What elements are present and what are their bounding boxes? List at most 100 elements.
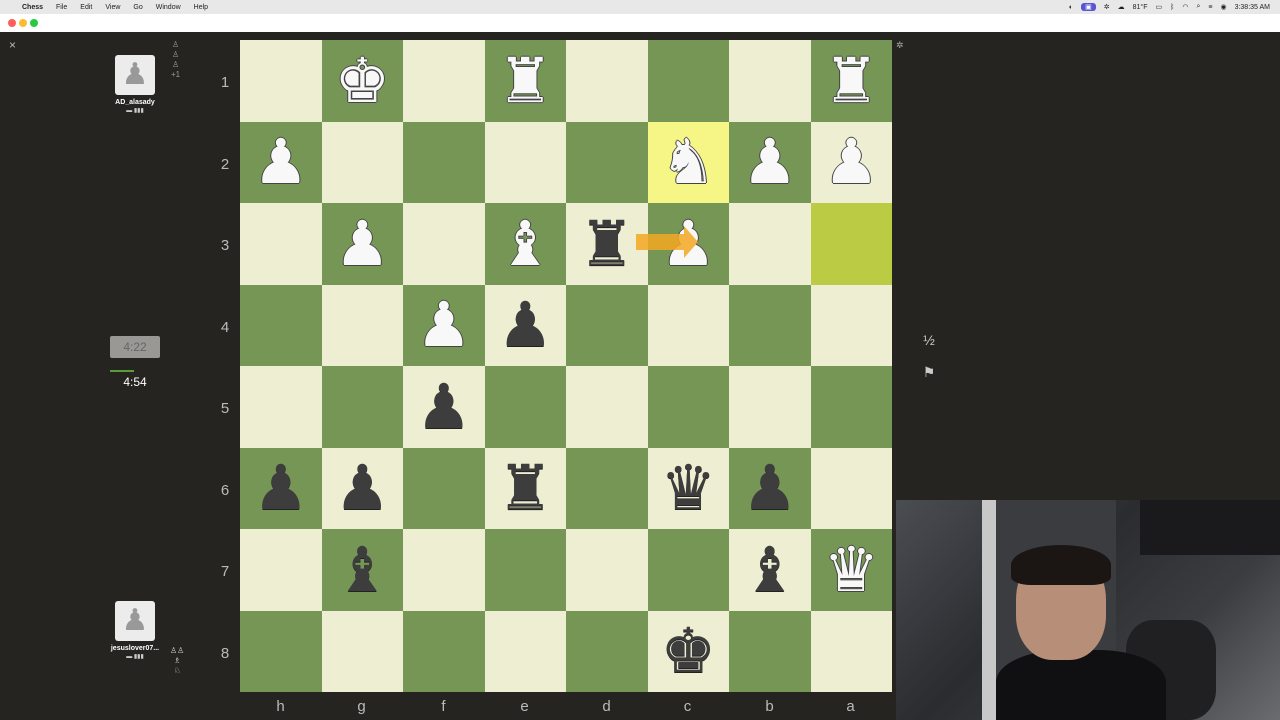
- board-square-d1[interactable]: [566, 40, 648, 122]
- cloud-icon[interactable]: ☁: [1118, 3, 1125, 11]
- board-square-c2[interactable]: ♞: [647, 121, 729, 203]
- board-square-a4[interactable]: [810, 284, 892, 366]
- board-square-g5[interactable]: [321, 366, 403, 448]
- white-bishop-piece[interactable]: ♝: [497, 212, 553, 275]
- white-king-piece[interactable]: ♚: [334, 49, 390, 112]
- white-pawn-piece[interactable]: ♟: [253, 131, 309, 193]
- board-square-c1[interactable]: [647, 40, 729, 122]
- black-pawn-piece[interactable]: ♟: [334, 457, 390, 519]
- screen-record-icon[interactable]: ▣: [1081, 3, 1096, 11]
- board-square-f7[interactable]: [403, 529, 485, 611]
- board-square-g1[interactable]: ♚: [321, 40, 403, 122]
- black-pawn-piece[interactable]: ♟: [416, 375, 472, 438]
- board-square-a2[interactable]: ♟: [810, 121, 892, 203]
- board-square-d5[interactable]: [566, 366, 648, 448]
- menu-file[interactable]: File: [56, 4, 67, 11]
- board-square-e5[interactable]: [484, 366, 566, 448]
- board-square-e4[interactable]: ♟: [484, 284, 566, 366]
- board-square-f5[interactable]: ♟: [403, 366, 485, 448]
- search-icon[interactable]: ⌕: [1196, 3, 1200, 11]
- board-square-d8[interactable]: [566, 610, 648, 692]
- maximize-window-button[interactable]: [30, 19, 38, 27]
- my-name[interactable]: jesuslover07...: [100, 645, 170, 652]
- board-square-d4[interactable]: [566, 284, 648, 366]
- board-square-g6[interactable]: ♟: [321, 447, 403, 529]
- white-rook-piece[interactable]: ♜: [497, 49, 553, 112]
- board-square-a5[interactable]: [810, 366, 892, 448]
- board-square-h5[interactable]: [240, 366, 322, 448]
- wifi-icon[interactable]: ◠: [1182, 3, 1188, 11]
- board-square-g3[interactable]: ♟: [321, 203, 403, 285]
- black-queen-piece[interactable]: ♛: [660, 457, 716, 519]
- battery-icon[interactable]: ▭: [1156, 3, 1163, 11]
- temperature[interactable]: 81°F: [1133, 4, 1148, 11]
- board-square-h3[interactable]: [240, 203, 322, 285]
- board-square-c6[interactable]: ♛: [647, 447, 729, 529]
- close-window-button[interactable]: [8, 19, 16, 27]
- menu-app-chess[interactable]: Chess: [22, 4, 43, 11]
- board-square-b7[interactable]: ♝: [729, 529, 811, 611]
- board-square-a1[interactable]: ♜: [810, 40, 892, 122]
- board-square-a3[interactable]: [810, 203, 892, 285]
- board-square-c7[interactable]: [647, 529, 729, 611]
- board-square-g2[interactable]: [321, 121, 403, 203]
- menu-view[interactable]: View: [105, 4, 120, 11]
- board-square-g8[interactable]: [321, 610, 403, 692]
- board-square-f4[interactable]: ♟: [403, 284, 485, 366]
- board-square-c8[interactable]: ♚: [647, 610, 729, 692]
- minimize-window-button[interactable]: [19, 19, 27, 27]
- board-square-e1[interactable]: ♜: [484, 40, 566, 122]
- board-square-f8[interactable]: [403, 610, 485, 692]
- board-square-e2[interactable]: [484, 121, 566, 203]
- bluetooth-icon[interactable]: ᛒ: [1170, 4, 1174, 11]
- board-square-b5[interactable]: [729, 366, 811, 448]
- board-square-e7[interactable]: [484, 529, 566, 611]
- resign-flag-icon[interactable]: ⚑: [918, 364, 940, 381]
- black-pawn-piece[interactable]: ♟: [742, 457, 798, 519]
- menu-edit[interactable]: Edit: [80, 4, 92, 11]
- board-square-g4[interactable]: [321, 284, 403, 366]
- board-square-a6[interactable]: [810, 447, 892, 529]
- board-square-d6[interactable]: [566, 447, 648, 529]
- white-queen-piece[interactable]: ♛: [823, 538, 879, 601]
- board-square-h2[interactable]: ♟: [240, 121, 322, 203]
- opponent-name[interactable]: AD_alasady: [100, 99, 170, 106]
- board-square-e8[interactable]: [484, 610, 566, 692]
- board-square-b6[interactable]: ♟: [729, 447, 811, 529]
- black-rook-piece[interactable]: ♜: [579, 212, 635, 275]
- board-square-d2[interactable]: [566, 121, 648, 203]
- board-square-a7[interactable]: ♛: [810, 529, 892, 611]
- board-square-c4[interactable]: [647, 284, 729, 366]
- board-square-h6[interactable]: ♟: [240, 447, 322, 529]
- board-square-h1[interactable]: [240, 40, 322, 122]
- board-square-f1[interactable]: [403, 40, 485, 122]
- chess-board[interactable]: ♚♜♜♟♞♟♟♟♝♜♟♟♟♟♟♟♜♛♟♝♝♛♚: [240, 40, 892, 692]
- settings-gear-icon[interactable]: ✲: [896, 40, 904, 51]
- control-center-icon[interactable]: ≡: [1208, 4, 1212, 11]
- white-pawn-piece[interactable]: ♟: [416, 294, 472, 356]
- black-king-piece[interactable]: ♚: [660, 620, 716, 682]
- close-icon[interactable]: ×: [9, 38, 16, 52]
- board-square-e3[interactable]: ♝: [484, 203, 566, 285]
- board-square-h7[interactable]: [240, 529, 322, 611]
- white-rook-piece[interactable]: ♜: [823, 49, 879, 112]
- opponent-avatar[interactable]: ♟: [115, 55, 155, 95]
- board-square-d7[interactable]: [566, 529, 648, 611]
- siri-icon[interactable]: ◉: [1220, 3, 1226, 11]
- gear-status-icon[interactable]: ✲: [1104, 3, 1110, 11]
- board-square-b2[interactable]: ♟: [729, 121, 811, 203]
- board-square-c5[interactable]: [647, 366, 729, 448]
- white-pawn-piece[interactable]: ♟: [823, 131, 879, 193]
- board-square-a8[interactable]: [810, 610, 892, 692]
- black-rook-piece[interactable]: ♜: [497, 457, 553, 519]
- board-square-h8[interactable]: [240, 610, 322, 692]
- white-pawn-piece[interactable]: ♟: [742, 131, 798, 193]
- black-bishop-piece[interactable]: ♝: [334, 538, 390, 601]
- board-square-b3[interactable]: [729, 203, 811, 285]
- white-pawn-piece[interactable]: ♟: [334, 212, 390, 275]
- my-avatar[interactable]: ♟: [115, 601, 155, 641]
- menu-help[interactable]: Help: [194, 4, 208, 11]
- board-square-e6[interactable]: ♜: [484, 447, 566, 529]
- board-square-f6[interactable]: [403, 447, 485, 529]
- status-icon[interactable]: ◐: [1069, 4, 1073, 11]
